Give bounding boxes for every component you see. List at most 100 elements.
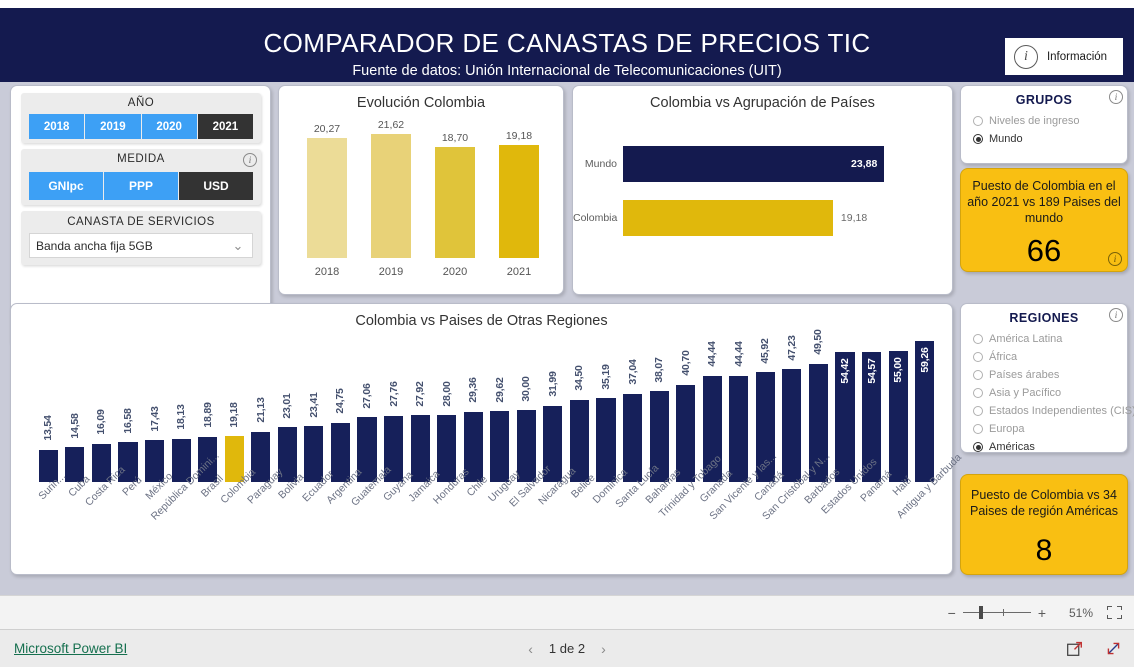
region-bar-value: 35,19 xyxy=(600,363,612,390)
regiones-slicer: REGIONES i América Latina África Países ár… xyxy=(960,303,1134,456)
region-bar-rect[interactable] xyxy=(410,415,430,482)
region-bar-value: 27,92 xyxy=(414,381,427,407)
canasta-dropdown[interactable]: Banda ancha fija 5GB ⌄ xyxy=(29,233,253,258)
region-bar[interactable]: 37,04 xyxy=(623,334,643,482)
region-bar[interactable]: 16,09 xyxy=(91,334,111,482)
evolucion-bar[interactable]: 20,27 xyxy=(307,119,347,258)
regiones-option-2[interactable]: Países árabes xyxy=(973,366,1121,384)
slicer-anio-option-2019[interactable]: 2019 xyxy=(85,114,142,139)
region-bar[interactable]: 40,70 xyxy=(676,334,696,482)
kpi-puesto-mundo-value: 66 xyxy=(1026,233,1062,268)
grupos-option-0[interactable]: Niveles de ingreso xyxy=(973,112,1121,130)
region-bar[interactable]: 17,43 xyxy=(144,334,165,482)
region-bar-rect[interactable] xyxy=(623,393,643,482)
slicer-anio-options: 2018 2019 2020 2021 xyxy=(29,114,253,139)
slicer-medida-title: MEDIDA xyxy=(117,153,165,165)
region-bar[interactable]: 29,62 xyxy=(490,334,510,482)
chevron-right-icon[interactable]: › xyxy=(601,641,606,657)
share-icon[interactable] xyxy=(1066,640,1083,657)
info-circle-icon[interactable]: i xyxy=(1108,252,1122,266)
regiones-option-5[interactable]: Europa xyxy=(973,420,1121,438)
evolucion-bar-rect[interactable] xyxy=(435,147,475,258)
zoom-out-button[interactable]: − xyxy=(948,605,956,621)
region-bar[interactable]: 47,23 xyxy=(782,334,802,482)
zoom-slider-thumb[interactable] xyxy=(978,605,983,619)
region-bar-value: 54,57 xyxy=(865,358,878,384)
zoom-slider[interactable] xyxy=(962,605,1031,619)
region-bar[interactable]: 30,00 xyxy=(516,334,536,482)
region-bar[interactable]: 59,26 xyxy=(915,334,935,482)
region-bar-value: 17,43 xyxy=(148,406,161,432)
evolucion-bar-rect[interactable] xyxy=(307,138,347,258)
region-bar-rect[interactable] xyxy=(596,398,616,482)
evolucion-bar-rect[interactable] xyxy=(499,144,539,258)
region-bar[interactable]: 23,41 xyxy=(304,334,324,482)
region-bar[interactable]: 27,76 xyxy=(383,334,404,482)
info-circle-icon[interactable]: i xyxy=(243,153,257,167)
evolucion-xaxis-tick: 2019 xyxy=(378,266,404,278)
region-bar-value: 59,26 xyxy=(918,346,931,373)
regiones-option-label: Américas xyxy=(989,441,1035,453)
region-bar[interactable]: 34,50 xyxy=(569,334,589,482)
region-bar[interactable]: 29,36 xyxy=(463,334,483,482)
region-bar[interactable]: 31,99 xyxy=(543,334,563,482)
info-circle-icon[interactable]: i xyxy=(1109,308,1123,322)
region-bar[interactable]: 35,19 xyxy=(596,334,616,482)
evolucion-bar[interactable]: 19,18 xyxy=(499,119,539,258)
info-circle-icon[interactable]: i xyxy=(1109,90,1123,104)
region-bar[interactable]: 21,13 xyxy=(251,334,271,482)
region-bar-rect[interactable] xyxy=(729,375,749,482)
regiones-option-4[interactable]: Estados Independientes (CIS) xyxy=(973,402,1134,420)
informacion-button[interactable]: i Información xyxy=(1005,38,1123,75)
evolucion-bar[interactable]: 18,70 xyxy=(435,119,475,258)
slicer-anio-option-2021[interactable]: 2021 xyxy=(197,114,253,139)
evolucion-colombia-xaxis: 2018 2019 2020 2021 xyxy=(295,266,551,284)
fullscreen-icon[interactable] xyxy=(1105,640,1122,657)
agrupacion-row: Colombia 19,18 xyxy=(573,200,952,236)
slicer-anio-option-2018[interactable]: 2018 xyxy=(29,114,86,139)
zoom-in-button[interactable]: + xyxy=(1038,605,1046,621)
evolucion-bar-value: 18,70 xyxy=(441,132,469,145)
slicer-medida-option-usd[interactable]: USD xyxy=(179,172,253,200)
region-bar[interactable]: 38,07 xyxy=(649,334,669,482)
regiones-option-1[interactable]: África xyxy=(973,348,1121,366)
evolucion-bar-rect[interactable] xyxy=(371,134,411,258)
regiones-option-0[interactable]: América Latina xyxy=(973,330,1121,348)
region-bar-rect[interactable] xyxy=(490,411,510,482)
region-bar[interactable]: 13,54 xyxy=(38,334,58,482)
regiones-option-6[interactable]: Américas xyxy=(973,438,1121,456)
region-bar-rect[interactable] xyxy=(437,415,457,482)
agrupacion-row-label: Mundo xyxy=(584,158,617,170)
region-bar[interactable]: 55,00 xyxy=(888,334,908,482)
region-bar[interactable]: 18,13 xyxy=(171,334,191,482)
regiones-option-3[interactable]: Asia y Pacífico xyxy=(973,384,1121,402)
evolucion-bar[interactable]: 21,62 xyxy=(371,119,411,258)
region-bar[interactable]: 44,44 xyxy=(729,334,749,482)
region-bar-value: 44,44 xyxy=(706,341,719,368)
slicer-medida-option-gnipc[interactable]: GNIpc xyxy=(29,172,104,200)
agrupacion-bar-rect[interactable]: 23,88 xyxy=(623,146,885,182)
agrupacion-bar-rect[interactable]: 19,18 xyxy=(623,200,867,236)
fit-to-page-icon[interactable] xyxy=(1107,606,1124,619)
region-bar[interactable]: 27,06 xyxy=(357,334,377,482)
region-bar-rect[interactable] xyxy=(676,384,696,482)
region-bar-value: 23,41 xyxy=(307,392,320,418)
region-bar[interactable]: 16,58 xyxy=(118,334,138,482)
region-bar-value: 45,92 xyxy=(759,338,772,364)
region-bar[interactable]: 19,18 xyxy=(224,334,244,482)
radio-button-icon xyxy=(973,334,983,344)
region-bar[interactable]: 27,92 xyxy=(410,334,430,482)
grupos-option-1[interactable]: Mundo xyxy=(973,130,1121,148)
page-navigator: ‹ 1 de 2 › xyxy=(0,641,1134,657)
region-bar[interactable]: 14,58 xyxy=(65,334,85,482)
slicer-anio-option-2020[interactable]: 2020 xyxy=(141,114,198,139)
region-bar-rect[interactable] xyxy=(782,369,802,482)
region-bar[interactable]: 28,00 xyxy=(437,334,457,482)
chevron-left-icon[interactable]: ‹ xyxy=(528,641,533,657)
region-bar[interactable]: 23,01 xyxy=(277,334,297,482)
page-indicator: 1 de 2 xyxy=(548,641,586,656)
region-bar-rect[interactable] xyxy=(516,410,536,482)
slicer-medida-option-ppp[interactable]: PPP xyxy=(104,172,179,200)
region-bar[interactable]: 54,42 xyxy=(835,334,855,482)
region-bar[interactable]: 24,75 xyxy=(330,334,350,482)
